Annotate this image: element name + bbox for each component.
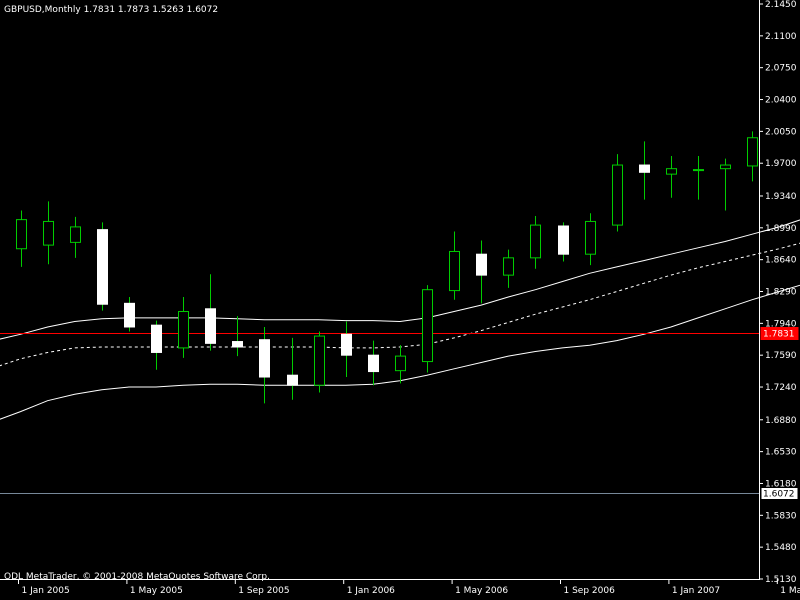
x-tick-label: 1 May 2006 — [455, 586, 508, 596]
y-tick-label: 1.6530 — [765, 448, 797, 458]
candle-body — [639, 164, 650, 173]
y-tick-label: 2.1450 — [765, 0, 797, 10]
candle-body — [341, 333, 352, 356]
candle-body — [693, 169, 704, 172]
y-tick-label: 1.7940 — [765, 319, 797, 329]
candle-bullish — [314, 331, 325, 393]
candle-body — [503, 257, 514, 276]
candle-body — [124, 302, 135, 328]
candle-body — [720, 164, 731, 170]
y-tick-label: 1.8640 — [765, 256, 797, 266]
candle-body — [612, 164, 623, 226]
x-tick-label: 1 May 2005 — [130, 586, 183, 596]
candle-body — [585, 220, 596, 255]
candle-body — [747, 137, 758, 167]
candle-bearish — [97, 222, 108, 311]
candle-body — [178, 311, 189, 349]
price-chart[interactable]: 1.7831 1.6072 2.1450 2.1100 2.0750 2.0400 2.0… — [0, 0, 800, 600]
x-tick-label: 1 Sep 2005 — [238, 586, 289, 596]
y-tick-label: 2.0050 — [765, 127, 797, 137]
bid-level-badge-label: 1.6072 — [763, 490, 795, 500]
x-tick-label: 1 Jan 2007 — [672, 586, 720, 596]
candle-body — [287, 374, 298, 386]
y-tick-label: 1.5830 — [765, 511, 797, 521]
candle-bullish — [612, 154, 623, 232]
candle-body — [43, 220, 54, 246]
x-tick-label: 1 Jan 2006 — [347, 586, 395, 596]
candle-body — [368, 354, 379, 373]
y-tick-label: 1.7240 — [765, 383, 797, 393]
candle-body — [476, 253, 487, 276]
x-tick-label: 1 Sep 2006 — [564, 586, 616, 596]
candle-body — [449, 250, 460, 292]
candle-body — [232, 341, 243, 348]
candle-body — [558, 225, 569, 255]
y-tick-label: 1.8990 — [765, 224, 797, 234]
candle-body — [16, 219, 27, 250]
y-tick-label: 1.8290 — [765, 288, 797, 298]
candle-body — [151, 324, 162, 353]
y-tick-label: 2.0400 — [765, 96, 797, 106]
y-tick-label: 1.6180 — [765, 479, 797, 489]
y-tick-label: 1.9700 — [765, 159, 797, 169]
candle-bullish — [422, 285, 433, 373]
y-tick-label: 1.9340 — [765, 192, 797, 202]
x-tick-label: 1 Jan 2005 — [22, 586, 70, 596]
chart-background — [0, 0, 800, 600]
y-tick-label: 1.5480 — [765, 543, 797, 553]
candle-body — [422, 289, 433, 363]
candle-body — [314, 335, 325, 386]
y-tick-label: 2.1100 — [765, 32, 797, 42]
candle-body — [259, 339, 270, 378]
y-tick-label: 2.0750 — [765, 64, 797, 74]
chart-footer: ODL MetaTrader, © 2001-2008 MetaQuotes S… — [4, 572, 270, 582]
candle-body — [530, 224, 541, 259]
candle-body — [97, 229, 108, 305]
candle-body — [70, 226, 81, 243]
x-tick-label: 1 May 2007 — [780, 586, 800, 596]
candle-body — [395, 355, 406, 372]
y-tick-label: 1.5130 — [765, 575, 797, 585]
y-tick-label: 1.6880 — [765, 416, 797, 426]
chart-header: GBPUSD,Monthly 1.7831 1.7873 1.5263 1.60… — [4, 5, 218, 15]
red-level-badge-label: 1.7831 — [763, 330, 795, 340]
candle-body — [666, 168, 677, 175]
candle-body — [205, 308, 216, 344]
y-tick-label: 1.7590 — [765, 351, 797, 361]
